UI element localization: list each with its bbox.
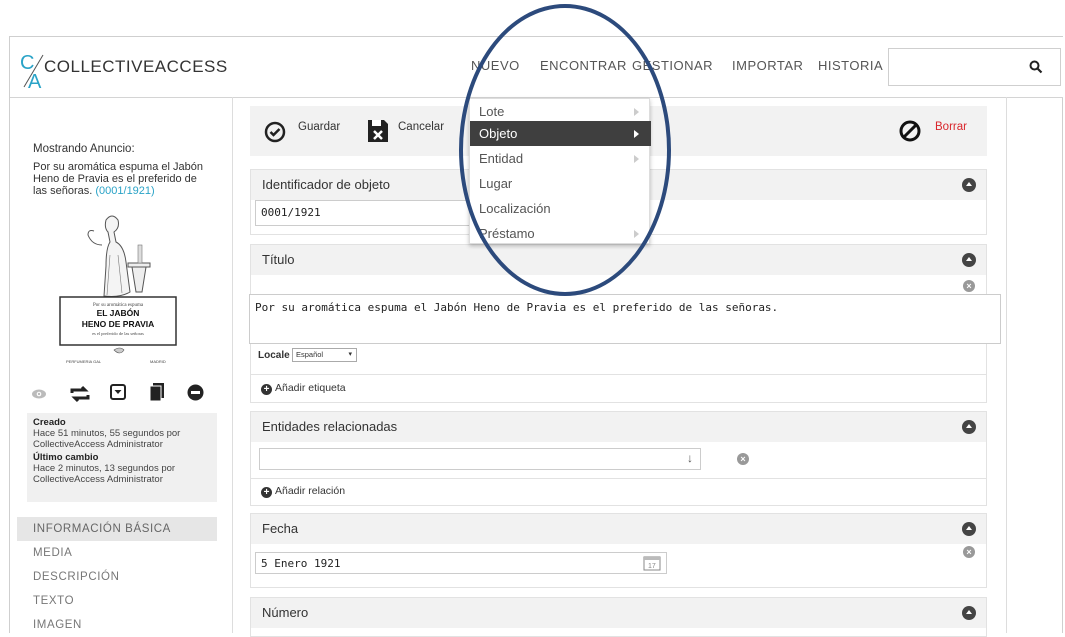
- menu-item-label: Préstamo: [479, 226, 535, 241]
- svg-text:17: 17: [648, 563, 656, 570]
- date-field[interactable]: 5 Enero 1921: [255, 552, 667, 574]
- chevron-right-icon: [634, 155, 639, 163]
- changed-label: Último cambio: [33, 452, 99, 463]
- add-relation-text: Añadir relación: [275, 485, 346, 497]
- record-tools: [31, 381, 206, 407]
- remove-icon[interactable]: ×: [737, 453, 749, 465]
- locale-label: Locale: [258, 350, 290, 361]
- screen-nav: INFORMACIÓN BÁSICA MEDIA DESCRIPCIÓN TEX…: [17, 517, 217, 637]
- menu-item-lugar[interactable]: Lugar: [470, 171, 651, 196]
- entity-lookup-field[interactable]: [259, 448, 701, 470]
- plus-icon: +: [261, 384, 272, 395]
- side-nav-texto[interactable]: TEXTO: [17, 589, 217, 613]
- bundle-date: Fecha: [250, 513, 987, 588]
- bundle-number-header: Número: [251, 598, 986, 628]
- collapse-icon[interactable]: [962, 606, 976, 620]
- divider: [250, 374, 987, 375]
- identifier-field[interactable]: 0001/1921: [255, 200, 470, 226]
- bundle-entities-header: Entidades relacionadas: [251, 412, 986, 442]
- arrow-down-icon: ↓: [687, 451, 693, 465]
- thumb-line2: EL JABÓN: [97, 307, 140, 318]
- side-nav-media[interactable]: MEDIA: [17, 541, 217, 565]
- thumb-line4: es el preferido de las señoras: [92, 331, 144, 336]
- bundle-identifier-title: Identificador de objeto: [262, 177, 390, 192]
- save-button[interactable]: Guardar: [298, 121, 340, 133]
- nav-gestionar[interactable]: GESTIONAR: [632, 58, 713, 73]
- thumb-city: MADRID: [150, 359, 166, 364]
- nav-historia[interactable]: HISTORIA: [818, 58, 883, 73]
- locale-select[interactable]: Español ▾: [292, 348, 357, 362]
- bundle-title-title: Título: [262, 252, 295, 267]
- bundle-date-title: Fecha: [262, 521, 299, 536]
- minus-circle-icon[interactable]: [187, 384, 204, 401]
- collapse-icon[interactable]: [962, 522, 976, 536]
- divider: [250, 478, 987, 479]
- delete-button[interactable]: Borrar: [935, 121, 967, 133]
- delete-icon[interactable]: [899, 120, 921, 142]
- thumb-line3: HENO DE PRAVIA: [82, 319, 155, 329]
- collapse-icon[interactable]: [962, 253, 976, 267]
- chevron-right-icon: [634, 230, 639, 238]
- search-icon: [1029, 60, 1042, 74]
- menu-item-prestamo[interactable]: Préstamo: [470, 221, 651, 246]
- chevron-right-icon: [634, 130, 639, 138]
- menu-item-entidad[interactable]: Entidad: [470, 146, 651, 171]
- remove-icon[interactable]: ×: [963, 546, 975, 558]
- collapse-icon[interactable]: [962, 420, 976, 434]
- nav-nuevo[interactable]: NUEVO: [471, 58, 520, 73]
- chevron-right-icon: [634, 108, 639, 116]
- menu-item-localizacion[interactable]: Localización: [470, 196, 651, 221]
- cancel-button[interactable]: Cancelar: [398, 121, 444, 133]
- menu-item-label: Objeto: [479, 126, 518, 141]
- bundle-number-title: Número: [262, 605, 309, 620]
- changed-text: Hace 2 minutos, 13 segundos por Collecti…: [33, 463, 176, 485]
- logo-mark-icon[interactable]: C A: [19, 51, 45, 91]
- created-text: Hace 51 minutos, 55 segundos por Collect…: [33, 428, 181, 450]
- nav-importar[interactable]: IMPORTAR: [732, 58, 803, 73]
- bundle-title-header: Título: [251, 245, 986, 275]
- add-label-link[interactable]: + Añadir etiqueta: [261, 382, 346, 395]
- svg-text:A: A: [28, 71, 42, 91]
- record-id-link[interactable]: (0001/1921): [95, 185, 154, 197]
- record-thumbnail[interactable]: Por su aromática espuma EL JABÓN HENO DE…: [58, 205, 178, 370]
- nav-encontrar[interactable]: ENCONTRAR: [540, 58, 627, 73]
- bundle-number: Número: [250, 597, 987, 637]
- bundle-date-header: Fecha: [251, 514, 986, 544]
- add-relation-link[interactable]: + Añadir relación: [261, 485, 345, 498]
- menu-item-objeto[interactable]: Objeto: [470, 121, 651, 146]
- menu-item-label: Localización: [479, 201, 551, 216]
- thumb-maker: PERFUMERIA GAL: [66, 359, 102, 364]
- plus-icon: +: [261, 487, 272, 498]
- showing-label: Mostrando Anuncio:: [33, 143, 135, 155]
- side-nav-imagen[interactable]: IMAGEN: [17, 613, 217, 637]
- remove-icon[interactable]: ×: [963, 280, 975, 292]
- cancel-icon[interactable]: [366, 118, 390, 144]
- title-field[interactable]: Por su aromática espuma el Jabón Heno de…: [249, 294, 1001, 344]
- menu-item-label: Lote: [479, 104, 505, 119]
- menu-item-label: Entidad: [479, 151, 524, 166]
- menu-item-label: Lugar: [479, 176, 513, 191]
- record-title: Por su aromática espuma el Jabón Heno de…: [33, 161, 213, 197]
- add-label-text: Añadir etiqueta: [275, 382, 346, 394]
- nuevo-dropdown-menu: Lote Objeto Entidad Lugar Localización P…: [469, 98, 651, 246]
- copy-icon[interactable]: [149, 383, 165, 401]
- collapse-icon[interactable]: [962, 178, 976, 192]
- side-nav-descripcion[interactable]: DESCRIPCIÓN: [17, 565, 217, 589]
- created-label: Creado: [33, 417, 66, 428]
- dropdown-box-icon[interactable]: [110, 384, 126, 400]
- record-meta: Creado Hace 51 minutos, 55 segundos por …: [27, 413, 217, 502]
- save-check-icon[interactable]: [264, 121, 286, 143]
- logo-text[interactable]: COLLECTIVEACCESS: [44, 57, 228, 77]
- search-button[interactable]: [1010, 48, 1061, 86]
- side-nav-informacion-basica[interactable]: INFORMACIÓN BÁSICA: [17, 517, 217, 541]
- eye-icon[interactable]: [31, 387, 47, 401]
- calendar-icon[interactable]: 17: [643, 555, 661, 571]
- bundle-entities-title: Entidades relacionadas: [262, 419, 398, 434]
- repeat-icon[interactable]: [69, 385, 91, 403]
- locale-value: Español: [296, 350, 324, 359]
- chevron-down-icon: ▾: [348, 351, 352, 358]
